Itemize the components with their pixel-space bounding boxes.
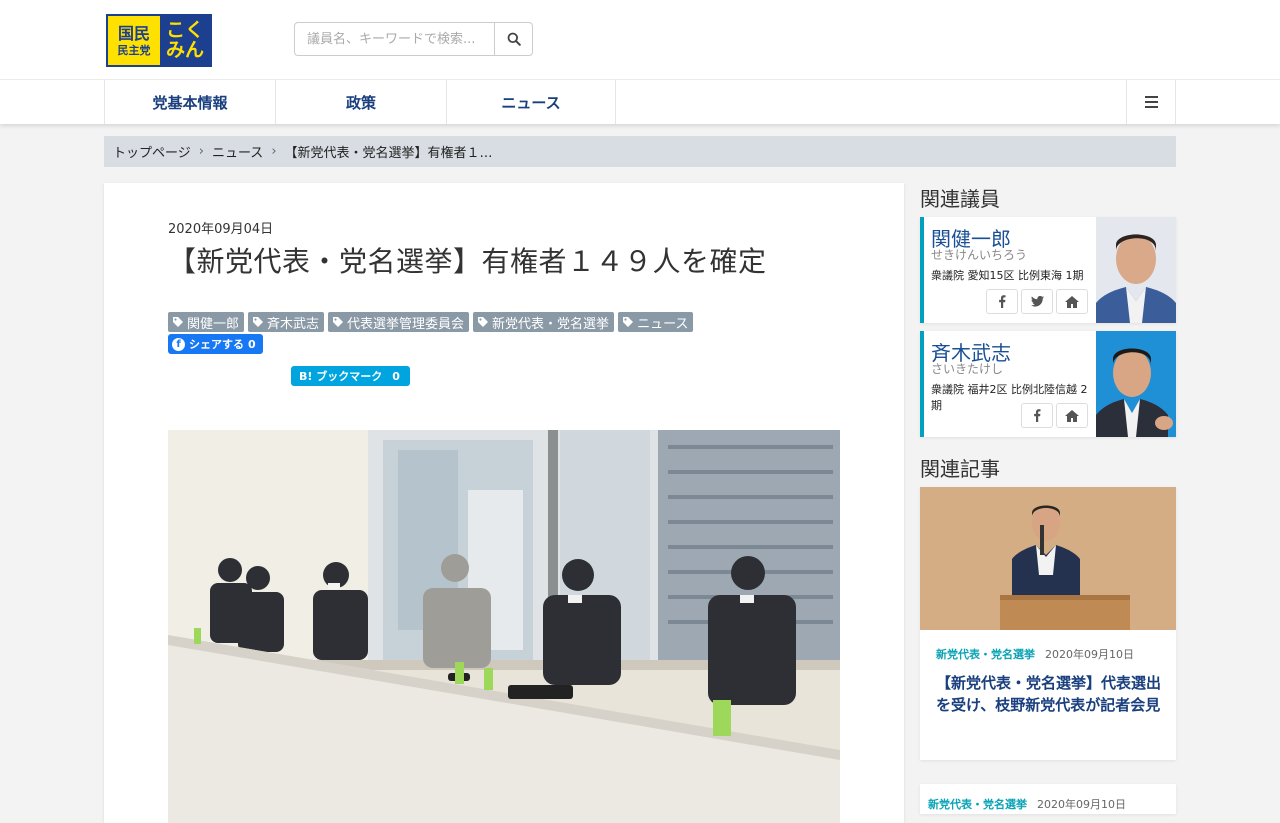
- breadcrumb-separator: ›: [271, 144, 277, 159]
- tag-saiki[interactable]: 斉木武志: [248, 312, 325, 332]
- facebook-icon: [1034, 409, 1041, 422]
- twitter-icon: [1030, 296, 1044, 307]
- related-article-category[interactable]: 新党代表・党名選挙: [928, 796, 1027, 812]
- tag-label: ニュース: [637, 316, 689, 332]
- tag-icon: [477, 316, 489, 328]
- hamburger-icon: [1144, 96, 1158, 108]
- member-social-links: [1021, 403, 1088, 428]
- nav-item-policy[interactable]: 政策: [275, 80, 446, 124]
- tag-icon: [622, 316, 634, 328]
- related-article-date: 2020年09月10日: [1045, 648, 1134, 661]
- breadcrumb-current: 【新党代表・党名選挙】有権者１…: [284, 146, 493, 161]
- logo-text-2: 民主党: [117, 43, 151, 57]
- tag-election[interactable]: 新党代表・党名選挙: [473, 312, 615, 332]
- tag-news[interactable]: ニュース: [618, 312, 694, 332]
- member-kana: さいきたけし: [931, 362, 1004, 376]
- article-photo: [168, 430, 840, 823]
- tag-label: 斉木武志: [267, 316, 320, 332]
- hatena-bookmark-button[interactable]: B! ブックマーク 0: [291, 366, 410, 386]
- search-icon: [507, 32, 521, 46]
- facebook-icon: f: [172, 337, 185, 351]
- hatena-bookmark-label: B! ブックマーク: [299, 370, 383, 383]
- search-input[interactable]: [294, 22, 494, 56]
- nav-item-about[interactable]: 党基本情報: [104, 80, 275, 124]
- nav-item-news[interactable]: ニュース: [446, 80, 616, 124]
- twitter-link[interactable]: [1021, 289, 1053, 314]
- hatena-bookmark-count: 0: [392, 369, 400, 383]
- tag-label: 関健一郎: [187, 316, 240, 332]
- main-nav: 党基本情報 政策 ニュース: [0, 80, 1280, 124]
- member-info: 衆議院 愛知15区 比例東海 1期: [931, 269, 1084, 282]
- member-kana: せきけんいちろう: [931, 248, 1028, 262]
- tag-label: 代表選挙管理委員会: [347, 316, 465, 332]
- member-card[interactable]: 関健一郎 せきけんいちろう 衆議院 愛知15区 比例東海 1期: [920, 217, 1176, 323]
- facebook-icon: [999, 295, 1006, 308]
- party-logo[interactable]: 国民 民主党 こく みん: [106, 14, 212, 67]
- tag-election-committee[interactable]: 代表選挙管理委員会: [328, 312, 470, 332]
- related-members-heading: 関連議員: [920, 187, 1000, 211]
- breadcrumb-news[interactable]: ニュース: [212, 142, 263, 161]
- facebook-share-count: 0: [248, 337, 256, 351]
- member-social-links: [986, 289, 1088, 314]
- breadcrumb-home[interactable]: トップページ: [113, 142, 191, 161]
- breadcrumb-separator: ›: [198, 144, 204, 159]
- member-photo[interactable]: [1096, 217, 1176, 323]
- member-photo[interactable]: [1096, 331, 1176, 437]
- member-card[interactable]: 斉木武志 さいきたけし 衆議院 福井2区 比例北陸信越 2期: [920, 331, 1176, 437]
- related-article-title[interactable]: 【新党代表・党名選挙】代表選出を受け、枝野新党代表が記者会見: [936, 672, 1164, 716]
- tag-icon: [332, 316, 344, 328]
- facebook-share-label: シェアする: [189, 338, 244, 351]
- related-articles-heading: 関連記事: [920, 457, 1000, 481]
- related-article-date: 2020年09月10日: [1037, 798, 1126, 811]
- menu-button[interactable]: [1126, 80, 1176, 124]
- tag-icon: [252, 316, 264, 328]
- logo-text-1: 国民: [117, 23, 150, 43]
- facebook-link[interactable]: [986, 289, 1018, 314]
- related-article-card[interactable]: 新党代表・党名選挙 2020年09月10日: [920, 784, 1176, 814]
- homepage-link[interactable]: [1056, 403, 1088, 428]
- search-form: [294, 22, 533, 56]
- facebook-share-button[interactable]: f シェアする 0: [168, 334, 263, 354]
- logo-text-3: こく: [165, 18, 204, 41]
- tag-list: 関健一郎 斉木武志 代表選挙管理委員会 新党代表・党名選挙 ニュース: [168, 312, 694, 332]
- breadcrumb: トップページ › ニュース › 【新党代表・党名選挙】有権者１…: [104, 136, 1176, 167]
- related-article-category[interactable]: 新党代表・党名選挙: [936, 646, 1035, 662]
- logo-text-4: みん: [165, 38, 204, 61]
- related-article-card[interactable]: 新党代表・党名選挙 2020年09月10日 【新党代表・党名選挙】代表選出を受け…: [920, 487, 1176, 760]
- homepage-link[interactable]: [1056, 289, 1088, 314]
- facebook-link[interactable]: [1021, 403, 1053, 428]
- header: 国民 民主党 こく みん: [0, 0, 1280, 80]
- tag-seki[interactable]: 関健一郎: [168, 312, 245, 332]
- home-icon: [1065, 409, 1079, 422]
- tag-label: 新党代表・党名選挙: [492, 316, 610, 332]
- article-title: 【新党代表・党名選挙】有権者１４９人を確定: [168, 245, 767, 278]
- home-icon: [1065, 295, 1079, 308]
- tag-icon: [172, 316, 184, 328]
- article: 2020年09月04日 【新党代表・党名選挙】有権者１４９人を確定 関健一郎 斉…: [104, 183, 904, 823]
- search-button[interactable]: [494, 22, 533, 56]
- related-article-image[interactable]: [920, 487, 1176, 630]
- article-date: 2020年09月04日: [168, 222, 274, 237]
